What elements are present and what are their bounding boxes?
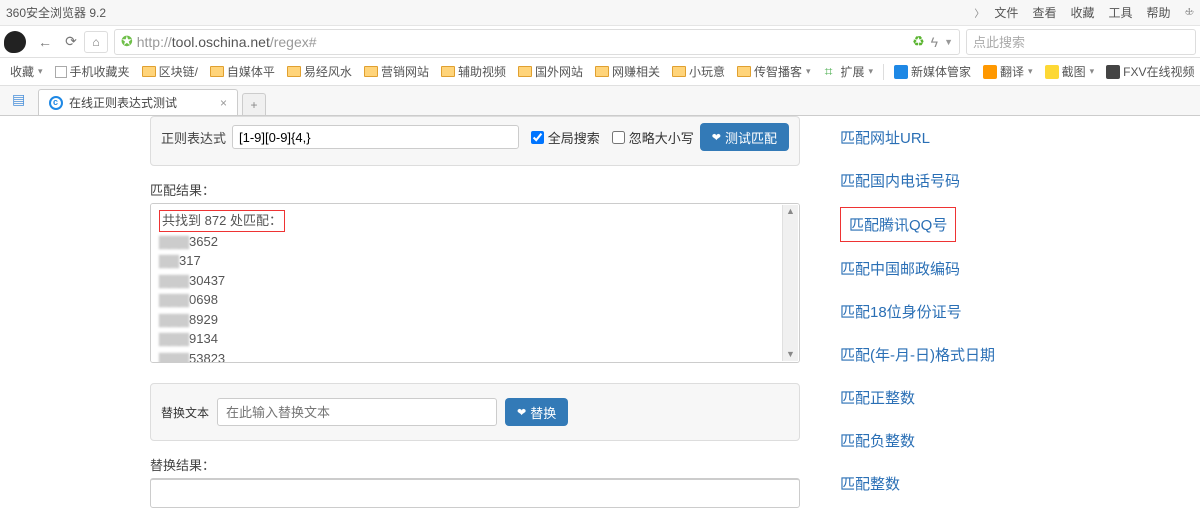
- menu-file[interactable]: 文件: [994, 4, 1018, 21]
- folder-icon: [595, 66, 609, 77]
- match-value: 0698: [189, 292, 218, 307]
- link-postcode[interactable]: 匹配中国邮政编码: [840, 247, 1160, 290]
- menu-more-icon[interactable]: 🕁: [1185, 4, 1195, 21]
- url-input[interactable]: ✪ http://tool.oschina.net/regex# ♻ ϟ ▼: [114, 29, 960, 55]
- replace-panel: 替换文本 替换: [150, 383, 800, 441]
- browser-title: 360安全浏览器 9.2: [6, 4, 974, 21]
- back-button[interactable]: ←: [32, 29, 58, 55]
- ext-translate[interactable]: 翻译▾: [977, 63, 1039, 80]
- sidebar-links: 匹配网址URL 匹配国内电话号码 匹配腾讯QQ号 匹配中国邮政编码 匹配18位身…: [800, 116, 1160, 508]
- menu-favorites[interactable]: 收藏: [1070, 4, 1094, 21]
- reload-button[interactable]: ⟳: [58, 29, 84, 55]
- tab-bar: ▤ 在线正则表达式测试 × +: [0, 86, 1200, 116]
- bookmark-folder-8[interactable]: 小玩意: [666, 63, 731, 80]
- page-content: 正则表达式 全局搜索 忽略大小写 测试匹配 匹配结果： 共找到 872 处匹配：…: [0, 116, 1200, 508]
- match-value: 30437: [189, 273, 225, 288]
- recycle-icon[interactable]: ♻: [912, 33, 925, 50]
- link-posint[interactable]: 匹配正整数: [840, 376, 1160, 419]
- replace-result-box[interactable]: [150, 478, 800, 508]
- menu-view[interactable]: 查看: [1032, 4, 1056, 21]
- tabs-menu-icon[interactable]: ▤: [12, 91, 30, 109]
- bookmark-favorites[interactable]: 收藏▾: [4, 63, 49, 80]
- bookmark-folder-2[interactable]: 自媒体平: [204, 63, 281, 80]
- link-qq[interactable]: 匹配腾讯QQ号: [840, 207, 956, 242]
- bookmark-folder-3[interactable]: 易经风水: [281, 63, 358, 80]
- extensions-icon: ⌗: [825, 63, 833, 80]
- window-titlebar: 360安全浏览器 9.2 〉 文件 查看 收藏 工具 帮助 🕁: [0, 0, 1200, 26]
- phone-icon: [55, 66, 67, 78]
- replace-button[interactable]: 替换: [505, 398, 568, 426]
- link-date[interactable]: 匹配(年-月-日)格式日期: [840, 333, 1160, 376]
- ignorecase-label: 忽略大小写: [629, 128, 694, 147]
- folder-icon: [441, 66, 455, 77]
- tab-favicon: [49, 96, 63, 110]
- bolt-icon[interactable]: ϟ: [931, 34, 938, 50]
- search-input[interactable]: 点此搜索: [966, 29, 1196, 55]
- search-placeholder: 点此搜索: [973, 32, 1025, 51]
- match-value: 317: [179, 253, 201, 268]
- browser-logo-icon: [4, 31, 26, 53]
- ext-icon: [894, 65, 908, 79]
- bookmark-folder-6[interactable]: 国外网站: [512, 63, 589, 80]
- ext-screenshot[interactable]: 截图▾: [1039, 63, 1101, 80]
- menu-tools[interactable]: 工具: [1108, 4, 1132, 21]
- replace-label: 替换文本: [161, 404, 209, 421]
- scrollbar[interactable]: [782, 205, 798, 361]
- global-label: 全局搜索: [548, 128, 600, 147]
- bookmark-folder-7[interactable]: 网赚相关: [589, 63, 666, 80]
- ext-expand[interactable]: 扩展▾: [834, 63, 879, 80]
- replace-input[interactable]: [217, 398, 497, 426]
- home-button[interactable]: ⌂: [84, 31, 108, 53]
- folder-icon: [672, 66, 686, 77]
- folder-icon: [210, 66, 224, 77]
- ext-icon: [1045, 65, 1059, 79]
- tab-title: 在线正则表达式测试: [69, 94, 177, 111]
- link-url[interactable]: 匹配网址URL: [840, 116, 1160, 159]
- link-int[interactable]: 匹配整数: [840, 462, 1160, 505]
- match-value: 3652: [189, 234, 218, 249]
- url-text: http://tool.oschina.net/regex#: [137, 34, 317, 50]
- chevron-right-icon: 〉: [974, 5, 984, 20]
- ext-fxv[interactable]: FXV在线视频: [1100, 63, 1200, 80]
- app-menus: 文件 查看 收藏 工具 帮助 🕁: [994, 4, 1194, 21]
- global-checkbox[interactable]: [531, 131, 544, 144]
- ext-icon: [1106, 65, 1120, 79]
- site-icon: ✪: [121, 33, 133, 50]
- match-count-highlight: 共找到 872 处匹配：: [159, 210, 285, 232]
- match-result-label: 匹配结果：: [150, 180, 800, 199]
- new-tab-button[interactable]: +: [242, 93, 266, 115]
- folder-icon: [364, 66, 378, 77]
- folder-icon: [142, 66, 156, 77]
- separator: [883, 64, 884, 80]
- match-value: 9134: [189, 331, 218, 346]
- ext-newmedia[interactable]: 新媒体管家: [888, 63, 977, 80]
- regex-label: 正则表达式: [161, 128, 226, 147]
- folder-icon: [287, 66, 301, 77]
- ignorecase-checkbox[interactable]: [612, 131, 625, 144]
- folder-icon: [518, 66, 532, 77]
- menu-help[interactable]: 帮助: [1146, 4, 1170, 21]
- bookmark-folder-1[interactable]: 区块链/: [136, 63, 204, 80]
- folder-icon: [737, 66, 751, 77]
- replace-result-label: 替换结果：: [150, 455, 800, 474]
- bookmark-folder-4[interactable]: 营销网站: [358, 63, 435, 80]
- bookmark-phone[interactable]: 手机收藏夹: [49, 63, 136, 80]
- bookmark-folder-9[interactable]: 传智播客▾: [731, 63, 817, 80]
- match-value: 53823: [189, 351, 225, 364]
- bookmarks-bar: 收藏▾ 手机收藏夹 区块链/ 自媒体平 易经风水 营销网站 辅助视频 国外网站 …: [0, 58, 1200, 86]
- ext-icon: [983, 65, 997, 79]
- tab-close-icon[interactable]: ×: [220, 96, 227, 110]
- link-phone[interactable]: 匹配国内电话号码: [840, 159, 1160, 202]
- regex-panel: 正则表达式 全局搜索 忽略大小写 测试匹配: [150, 116, 800, 166]
- test-match-button[interactable]: 测试匹配: [700, 123, 789, 151]
- address-bar-row: ← ⟳ ⌂ ✪ http://tool.oschina.net/regex# ♻…: [0, 26, 1200, 58]
- dropdown-icon[interactable]: ▼: [944, 37, 953, 47]
- bookmark-folder-5[interactable]: 辅助视频: [435, 63, 512, 80]
- link-negint[interactable]: 匹配负整数: [840, 419, 1160, 462]
- link-idcard[interactable]: 匹配18位身份证号: [840, 290, 1160, 333]
- regex-input[interactable]: [232, 125, 519, 149]
- match-result-box[interactable]: 共找到 872 处匹配： ▇▇▇3652 ▇▇317 ▇▇▇30437 ▇▇▇0…: [150, 203, 800, 363]
- match-value: 8929: [189, 312, 218, 327]
- tab-regex[interactable]: 在线正则表达式测试 ×: [38, 89, 238, 115]
